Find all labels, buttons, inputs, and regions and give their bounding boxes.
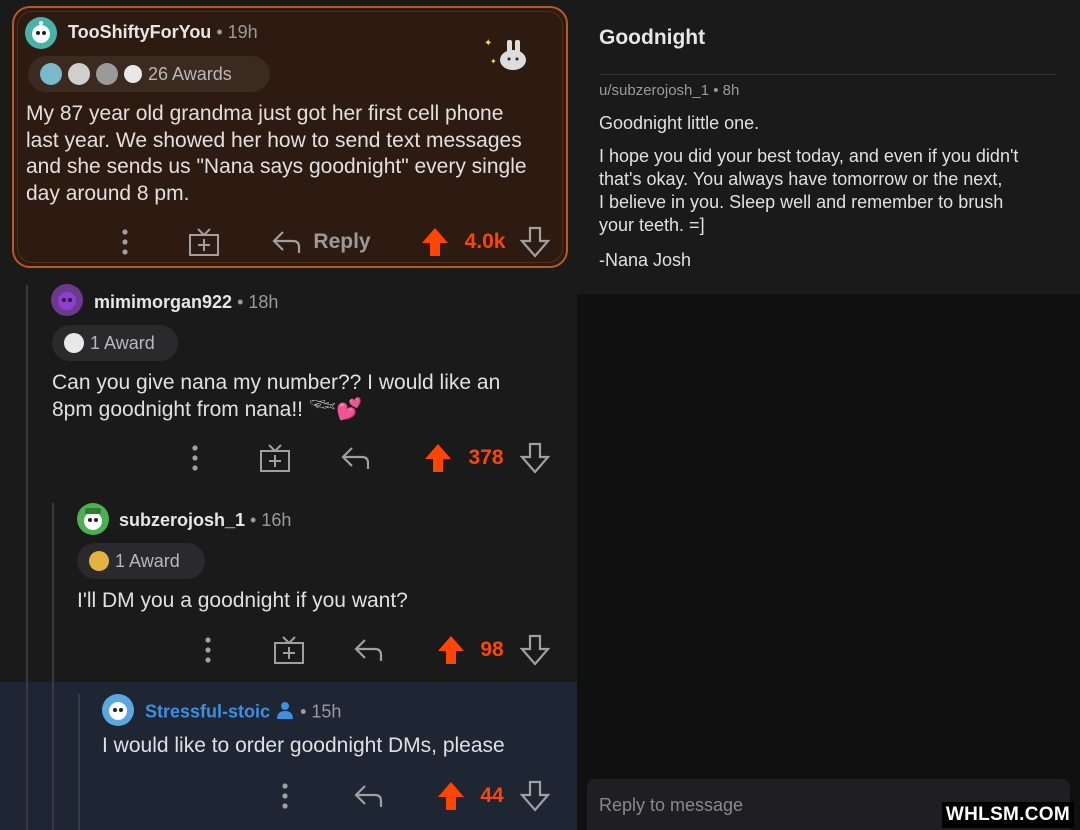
message-panel: Goodnight u/subzerojosh_1 • 8h Goodnight… bbox=[577, 0, 1080, 830]
awards-pill[interactable]: 1 Award bbox=[52, 325, 178, 361]
user-profile-icon bbox=[275, 701, 295, 724]
body-line: I'll DM you a goodnight if you want? bbox=[77, 589, 408, 612]
body-line: 8pm goodnight from nana!! 𓆝💕 bbox=[52, 397, 363, 421]
user-avatar[interactable] bbox=[77, 503, 109, 535]
paragraph-line: I hope you did your best today, and even… bbox=[599, 146, 1019, 166]
award-wholesome-icon bbox=[96, 63, 118, 85]
comment-age: • 19h bbox=[211, 22, 258, 42]
paragraph-line: your teeth. =] bbox=[599, 215, 705, 235]
paragraph-line: that's okay. You always have tomorrow or… bbox=[599, 169, 1003, 189]
vote-score: 98 bbox=[480, 638, 504, 661]
more-options-icon[interactable] bbox=[110, 222, 140, 262]
message-signature: -Nana Josh bbox=[599, 250, 692, 270]
more-options-icon[interactable] bbox=[193, 630, 223, 670]
body-line: day around 8 pm. bbox=[26, 181, 190, 205]
svg-text:✦: ✦ bbox=[484, 38, 492, 49]
paragraph-line: I believe in you. Sleep well and remembe… bbox=[599, 192, 1004, 212]
reply-arrow-icon[interactable] bbox=[351, 776, 385, 816]
award-bunny-icon: ✦ ✦ bbox=[482, 34, 532, 74]
user-avatar[interactable] bbox=[25, 17, 57, 49]
comment-body: Can you give nana my number?? I would li… bbox=[52, 370, 562, 423]
comment-username[interactable]: subzerojosh_1 • 16h bbox=[119, 510, 291, 531]
award-helpful-icon bbox=[124, 65, 142, 83]
comment-actions: 378 bbox=[0, 438, 577, 478]
upvote-icon[interactable] bbox=[418, 222, 452, 262]
comment-username[interactable]: mimimorgan922 • 18h bbox=[94, 292, 278, 313]
reply-label: Reply bbox=[313, 230, 371, 253]
comment-body: My 87 year old grandma just got her firs… bbox=[26, 101, 566, 207]
comment-actions: Reply 4.0k bbox=[14, 222, 566, 262]
award-helpful-icon bbox=[64, 333, 84, 353]
upvote-icon[interactable] bbox=[421, 438, 455, 478]
watermark: WHLSM.COM bbox=[941, 802, 1074, 828]
username-text[interactable]: Stressful-stoic bbox=[145, 701, 270, 721]
highlighted-reply-row: Stressful-stoic • 15h I would like to or… bbox=[0, 682, 577, 830]
user-avatar[interactable] bbox=[51, 284, 83, 316]
message-card: Goodnight u/subzerojosh_1 • 8h Goodnight… bbox=[577, 0, 1080, 294]
body-line: My 87 year old grandma just got her firs… bbox=[26, 102, 504, 125]
reply-placeholder: Reply to message bbox=[599, 795, 744, 815]
message-meta[interactable]: u/subzerojosh_1 • 8h bbox=[599, 82, 739, 99]
gift-award-icon[interactable] bbox=[186, 222, 222, 262]
awards-pill[interactable]: 1 Award bbox=[77, 543, 205, 579]
body-line: I would like to order goodnight DMs, ple… bbox=[102, 734, 505, 757]
username-text[interactable]: mimimorgan922 bbox=[94, 292, 232, 312]
gift-award-icon[interactable] bbox=[271, 630, 307, 670]
message-paragraph: I hope you did your best today, and even… bbox=[599, 145, 1059, 237]
reply-button[interactable]: Reply bbox=[266, 222, 376, 262]
body-line: Can you give nana my number?? I would li… bbox=[52, 371, 501, 394]
message-title: Goodnight bbox=[599, 26, 706, 49]
comment-body: I'll DM you a goodnight if you want? bbox=[77, 588, 557, 615]
user-avatar[interactable] bbox=[102, 694, 134, 726]
award-scream-icon bbox=[68, 63, 90, 85]
vote-score: 44 bbox=[480, 784, 504, 807]
upvote-icon[interactable] bbox=[434, 776, 468, 816]
more-options-icon[interactable] bbox=[270, 776, 300, 816]
downvote-icon[interactable] bbox=[518, 776, 552, 816]
more-options-icon[interactable] bbox=[180, 438, 210, 478]
comment-age: • 15h bbox=[295, 701, 342, 722]
downvote-icon[interactable] bbox=[518, 438, 552, 478]
comment-actions: 98 bbox=[0, 630, 577, 670]
reply-arrow-icon[interactable] bbox=[351, 630, 385, 670]
upvote-icon[interactable] bbox=[434, 630, 468, 670]
body-line: last year. We showed her how to send tex… bbox=[26, 128, 522, 152]
body-line: and she sends us "Nana says goodnight" e… bbox=[26, 155, 527, 178]
comment-age: • 18h bbox=[232, 292, 279, 312]
divider bbox=[599, 74, 1056, 75]
comment-body: I would like to order goodnight DMs, ple… bbox=[102, 733, 572, 760]
award-sunglasses-icon bbox=[40, 63, 62, 85]
username-text[interactable]: subzerojosh_1 bbox=[119, 510, 245, 530]
awards-pill[interactable]: 26 Awards bbox=[28, 56, 270, 92]
vote-score: 4.0k bbox=[464, 230, 506, 253]
comment-thread: TooShiftyForYou • 19h ✦ ✦ 26 Awards My 87… bbox=[0, 0, 577, 830]
awards-count: 1 Award bbox=[90, 332, 155, 353]
award-sun-icon bbox=[89, 551, 109, 571]
gift-award-icon[interactable] bbox=[257, 438, 293, 478]
vote-score: 378 bbox=[468, 446, 504, 469]
awards-count: 1 Award bbox=[115, 550, 180, 571]
comment-username[interactable]: TooShiftyForYou • 19h bbox=[68, 22, 258, 43]
downvote-icon[interactable] bbox=[518, 630, 552, 670]
comment-username[interactable]: Stressful-stoic • 15h bbox=[145, 701, 341, 724]
reply-arrow-icon[interactable] bbox=[338, 438, 372, 478]
svg-text:✦: ✦ bbox=[490, 57, 497, 66]
comment-age: • 16h bbox=[245, 510, 292, 530]
reply-arrow-icon bbox=[272, 231, 301, 253]
downvote-icon[interactable] bbox=[518, 222, 552, 262]
highlighted-comment: TooShiftyForYou • 19h ✦ ✦ 26 Awards My 87… bbox=[12, 6, 568, 268]
comment-actions: 44 bbox=[0, 776, 577, 816]
message-greeting: Goodnight little one. bbox=[599, 113, 760, 133]
awards-count: 26 Awards bbox=[148, 63, 232, 84]
username-text[interactable]: TooShiftyForYou bbox=[68, 22, 211, 42]
